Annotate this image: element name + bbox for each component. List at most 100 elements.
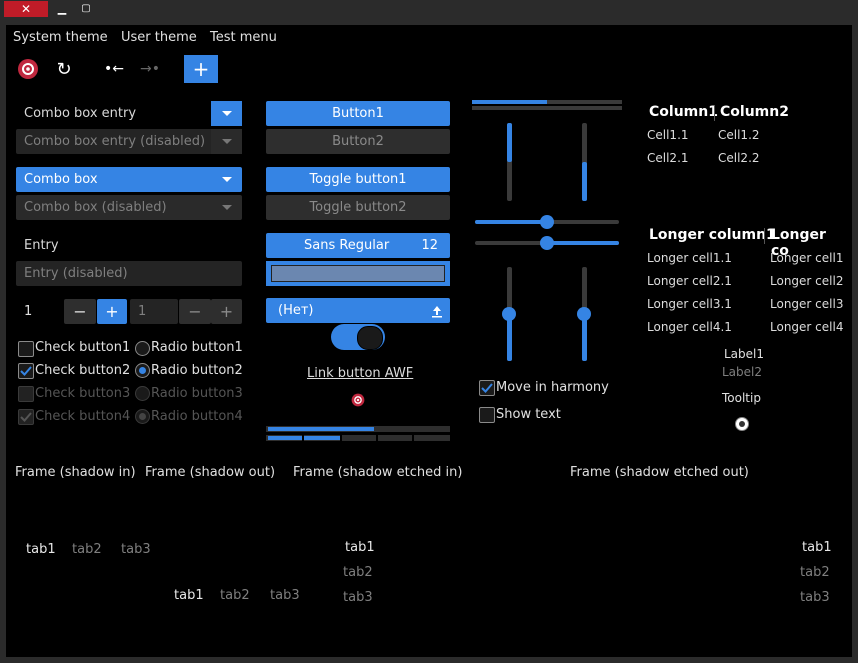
spin1-minus-button[interactable]: − (64, 299, 96, 324)
radio-button2-label[interactable]: Radio button2 (151, 363, 243, 378)
tree2-cell[interactable]: Longer cell3.1 (647, 297, 732, 311)
tree2-cell[interactable]: Longer cell1. (770, 251, 844, 265)
notebook3-tab2[interactable]: tab2 (343, 565, 373, 580)
font-button[interactable]: Sans Regular 12 (266, 233, 450, 258)
combo-box[interactable]: Combo box (16, 167, 242, 192)
toggle-button2[interactable]: Toggle button2 (266, 195, 450, 220)
spin1-value[interactable]: 1 (24, 304, 32, 319)
spin2-plus-button: + (211, 299, 242, 324)
vscale-right-knob[interactable] (577, 307, 591, 321)
notebook4-tab3[interactable]: tab3 (800, 590, 830, 605)
combo-box-entry-arrow[interactable] (211, 101, 242, 126)
spin1-plus-button[interactable]: + (97, 299, 127, 324)
tree2-cell[interactable]: Longer cell3 (770, 297, 843, 311)
tree1-header-col2[interactable]: Column2 (720, 104, 789, 120)
notebook3-tab3[interactable]: tab3 (343, 590, 373, 605)
top-scrollbar-thumb[interactable] (472, 100, 547, 104)
forward-icon[interactable]: →• (138, 56, 162, 82)
tree2-cell[interactable]: Longer cell1.1 (647, 251, 732, 265)
radio-button1-circle[interactable] (135, 341, 150, 356)
notebook1-tab3[interactable]: tab3 (121, 542, 151, 557)
gtk-logo-icon[interactable] (16, 56, 40, 82)
tree1-cell[interactable]: Cell1.2 (718, 128, 760, 142)
minimize-button[interactable]: ▁ (56, 1, 68, 17)
hscale-2-knob[interactable] (540, 236, 554, 250)
info-icon[interactable] (735, 417, 749, 431)
radio-button2-circle[interactable] (135, 363, 150, 378)
hscale-1-knob[interactable] (540, 215, 554, 229)
show-text-label[interactable]: Show text (496, 407, 561, 422)
tree2-cell[interactable]: Longer cell2 (770, 274, 843, 288)
radio-button3-label: Radio button3 (151, 386, 243, 401)
toggle-button1[interactable]: Toggle button1 (266, 167, 450, 192)
tooltip-label[interactable]: Tooltip (722, 391, 761, 405)
vscroll-left-thumb[interactable] (507, 123, 512, 162)
checkmark-icon (20, 366, 32, 376)
chevron-down-icon (221, 111, 232, 116)
tree2-header-col1[interactable]: Longer column1 (649, 227, 776, 243)
notebook1-tab2[interactable]: tab2 (72, 542, 102, 557)
frame-shadow-etched-out-label: Frame (shadow etched out) (570, 465, 749, 480)
tree1-cell[interactable]: Cell2.1 (647, 151, 689, 165)
close-button[interactable]: ✕ (4, 1, 48, 17)
top-scrollbar[interactable] (472, 100, 622, 111)
show-text-checkbox[interactable] (479, 407, 495, 423)
file-chooser-button[interactable]: (Нет) (266, 298, 450, 323)
switch[interactable] (331, 324, 385, 350)
frame-shadow-etched-in-label: Frame (shadow etched in) (293, 465, 463, 480)
notebook2-tab3[interactable]: tab3 (270, 588, 300, 603)
check-button2-label[interactable]: Check button2 (35, 363, 130, 378)
check-button2-box[interactable] (18, 363, 34, 379)
back-icon[interactable]: •← (102, 56, 126, 82)
combo-box-disabled-text: Combo box (disabled) (24, 200, 167, 215)
add-button[interactable]: + (184, 55, 218, 83)
check-button1-label[interactable]: Check button1 (35, 340, 130, 355)
entry-disabled-field: Entry (disabled) (16, 261, 242, 286)
vscroll-right-thumb[interactable] (582, 162, 587, 201)
notebook2-tab1[interactable]: tab1 (174, 588, 204, 603)
check-button1-box[interactable] (18, 341, 34, 357)
notebook4-tab1[interactable]: tab1 (802, 540, 832, 555)
hscale-2[interactable] (475, 236, 619, 250)
tree2-cell[interactable]: Longer cell2.1 (647, 274, 732, 288)
reload-icon[interactable]: ↻ (52, 56, 76, 82)
notebook1-tab1[interactable]: tab1 (26, 542, 56, 557)
tree2-cell[interactable]: Longer cell4.1 (647, 320, 732, 334)
vscale-right[interactable] (577, 267, 591, 361)
vscroll-right[interactable] (582, 123, 587, 201)
font-size: 12 (421, 238, 438, 253)
radio-button1-label[interactable]: Radio button1 (151, 340, 243, 355)
vscroll-left[interactable] (507, 123, 512, 201)
notebook3-tab1[interactable]: tab1 (345, 540, 375, 555)
progress-bar-2-fill (268, 436, 342, 440)
button1[interactable]: Button1 (266, 101, 450, 126)
notebook2-tab2[interactable]: tab2 (220, 588, 250, 603)
entry-field[interactable]: Entry (16, 233, 242, 258)
menu-test-menu[interactable]: Test menu (210, 30, 277, 45)
check-button3-label: Check button3 (35, 386, 131, 401)
tree1-cell[interactable]: Cell1.1 (647, 128, 689, 142)
radio-button4-circle (135, 409, 150, 424)
gtk-logo-icon (351, 393, 365, 411)
vscale-left-knob[interactable] (502, 307, 516, 321)
tree-view-1[interactable]: Column1 Column2 Cell1.1 Cell1.2 Cell2.1 … (642, 93, 842, 173)
vscale-left[interactable] (502, 267, 516, 361)
move-in-harmony-label[interactable]: Move in harmony (496, 380, 609, 395)
tree-view-2[interactable]: Longer column1 Longer co Longer cell1.1 … (642, 219, 844, 335)
font-name: Sans Regular (304, 238, 390, 253)
color-button[interactable] (266, 261, 450, 286)
maximize-button[interactable]: ▢ (80, 1, 92, 17)
notebook4-tab2[interactable]: tab2 (800, 565, 830, 580)
tree1-header-col1[interactable]: Column1 (649, 104, 718, 120)
upload-icon (430, 298, 444, 323)
main-content: System theme User theme Test menu ↻ •← →… (6, 25, 852, 657)
checkmark-icon (481, 383, 493, 393)
combo-box-entry[interactable]: Combo box entry (16, 101, 242, 126)
hscale-1[interactable] (475, 215, 619, 229)
move-in-harmony-checkbox[interactable] (479, 380, 495, 396)
tree2-cell[interactable]: Longer cell4 (770, 320, 843, 334)
menu-system-theme[interactable]: System theme (13, 30, 108, 45)
menu-user-theme[interactable]: User theme (121, 30, 197, 45)
tree1-cell[interactable]: Cell2.2 (718, 151, 760, 165)
link-button[interactable]: Link button AWF (307, 366, 413, 381)
